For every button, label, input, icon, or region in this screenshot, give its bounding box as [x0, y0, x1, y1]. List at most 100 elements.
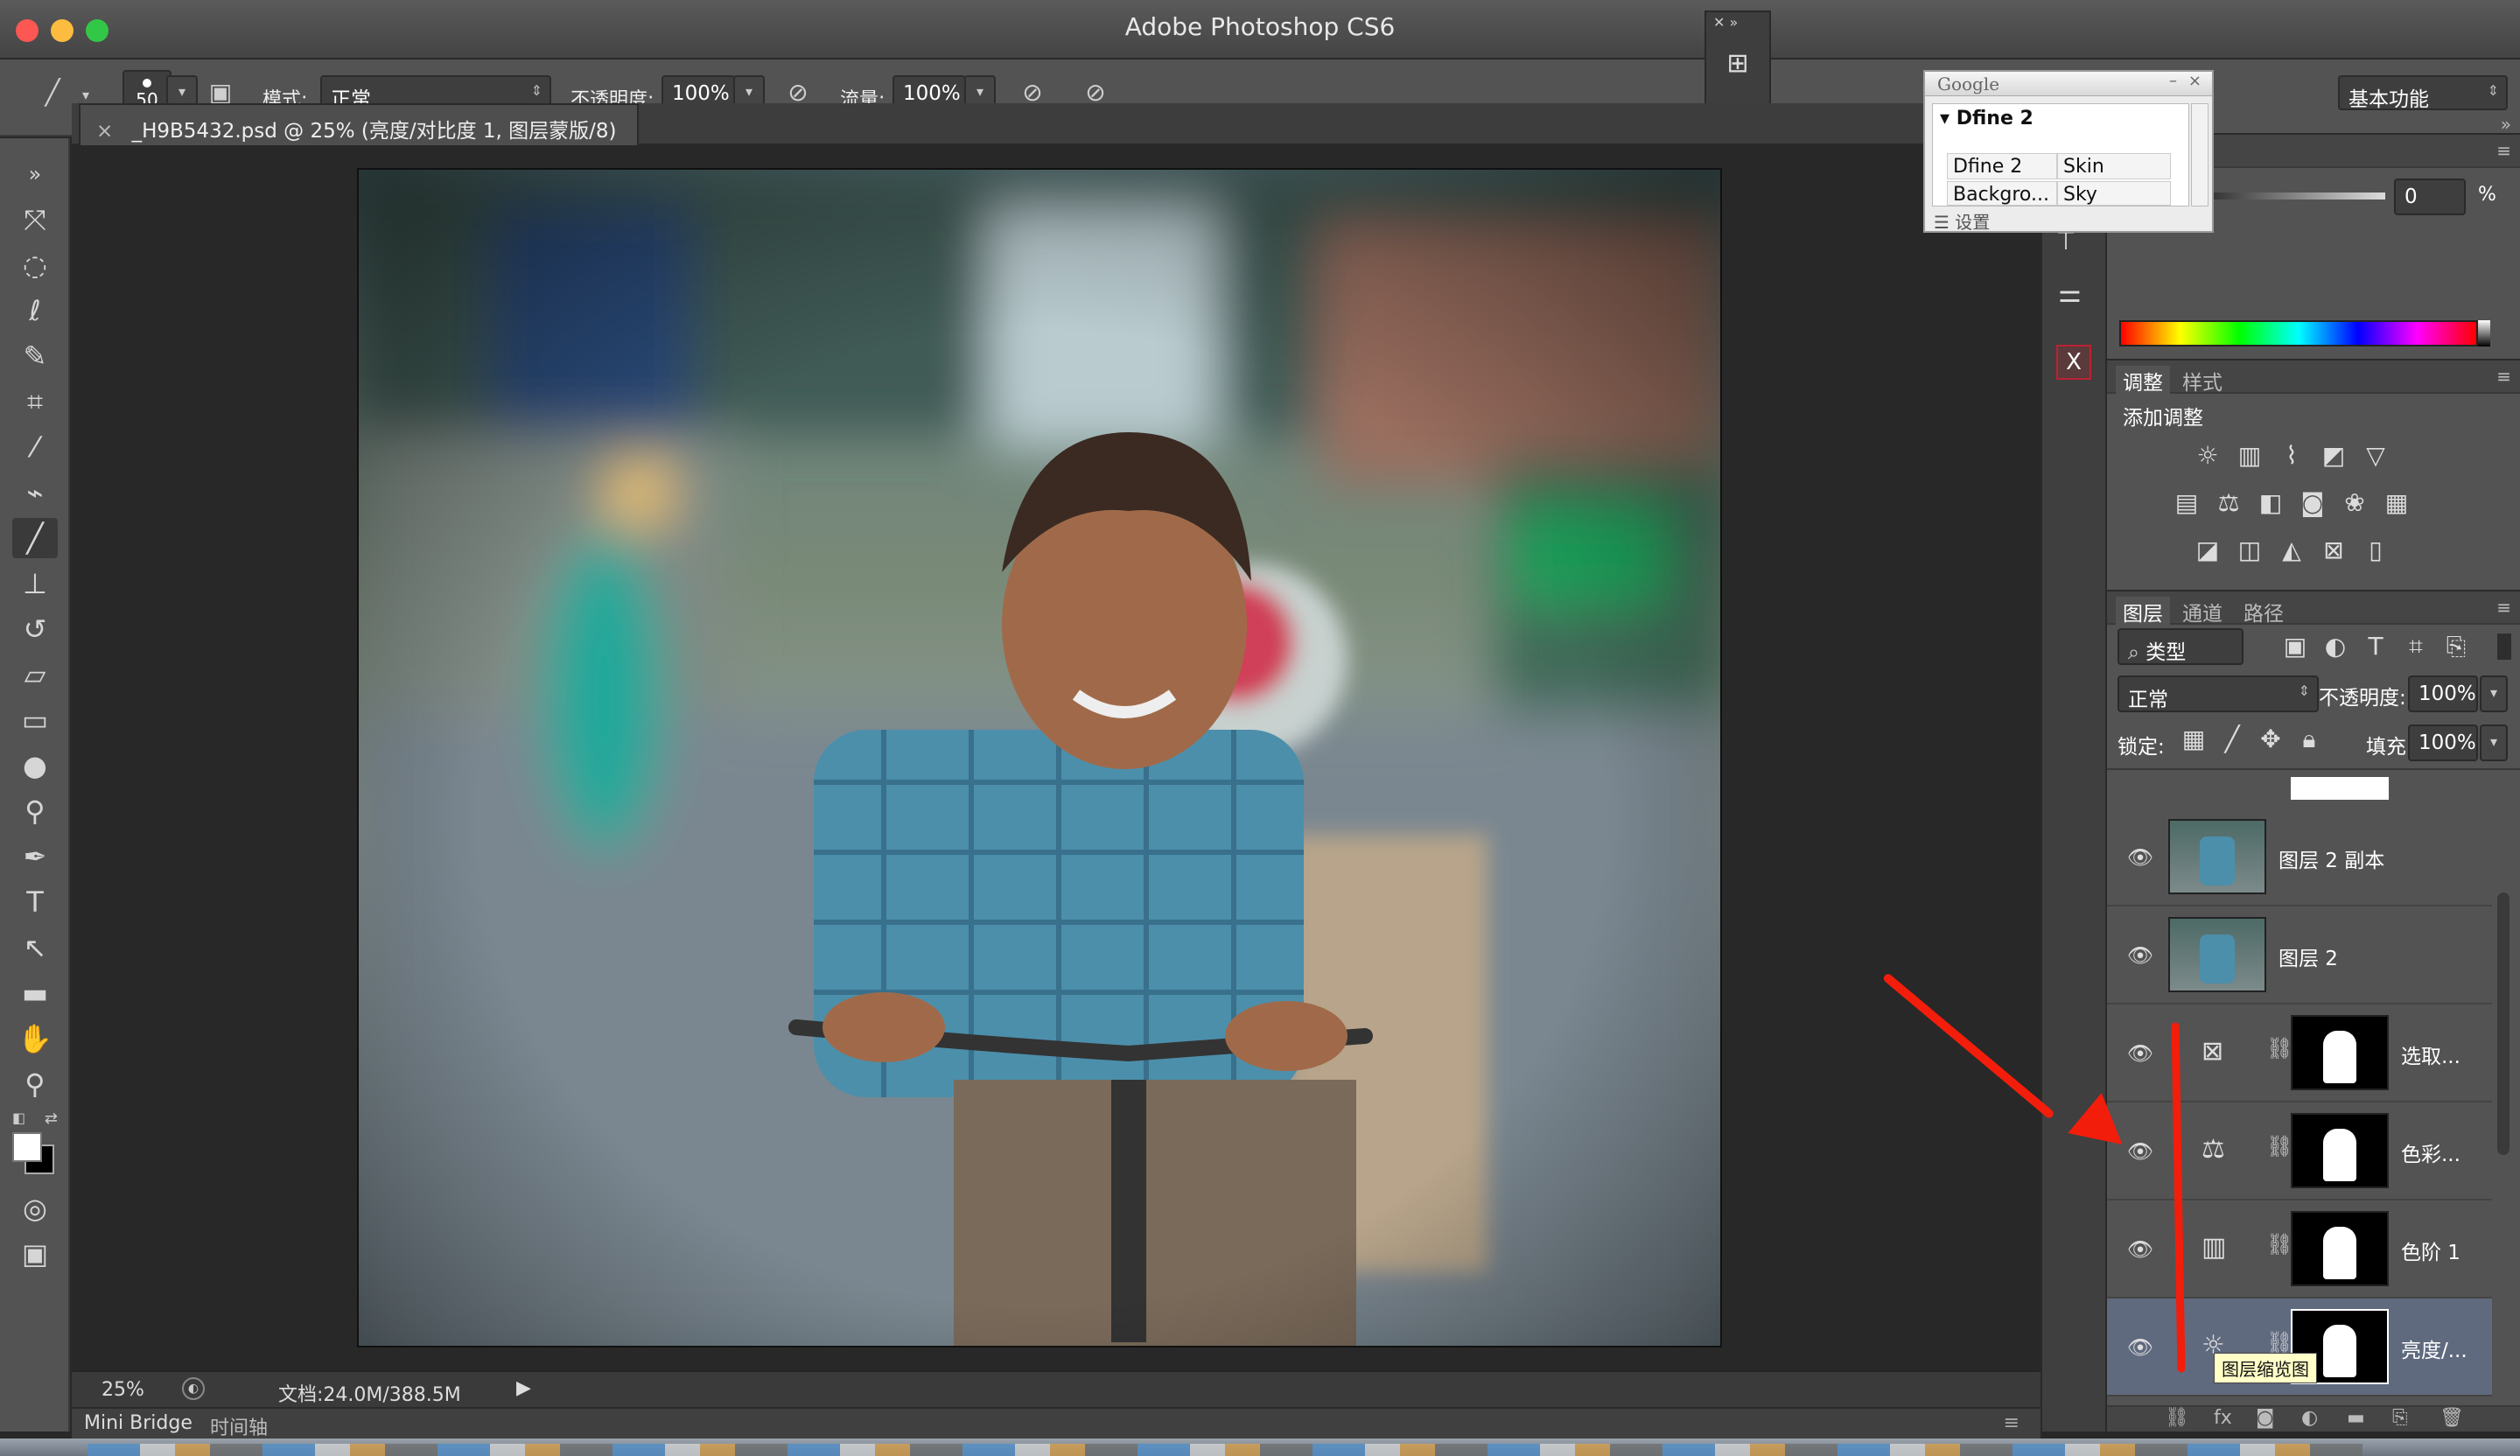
color-spectrum-bar[interactable]	[2119, 320, 2478, 346]
eye-icon[interactable]: 👁︎	[2124, 1332, 2156, 1363]
plugin-x-icon[interactable]: X	[2056, 345, 2091, 380]
tab-mini-bridge[interactable]: Mini Bridge	[84, 1412, 192, 1434]
healing-brush-tool-icon[interactable]: ⌁	[12, 472, 58, 513]
google-panel-scrollbar[interactable]	[2191, 103, 2208, 206]
filter-pixel-icon[interactable]: ▣	[2278, 630, 2312, 663]
layer-opacity-input[interactable]: 100%	[2408, 676, 2478, 712]
move-tool-icon[interactable]: ⤧	[12, 200, 58, 240]
workspace-select[interactable]: 基本功能 ⇕	[2338, 75, 2508, 111]
new-group-icon[interactable]: ▬	[2347, 1407, 2365, 1429]
layer-row-selected[interactable]: 👁︎ ☼ ⛓ 亮度/... 图层缩览图	[2107, 1298, 2492, 1396]
eyedropper-tool-icon[interactable]: ⁄	[12, 427, 58, 467]
layer-name[interactable]: 图层 2 副本	[2278, 844, 2384, 873]
tab-paths[interactable]: 路径	[2244, 597, 2284, 626]
layer-opacity-dropdown[interactable]: ▾	[2480, 676, 2508, 712]
lock-position-icon[interactable]: ✥	[2254, 723, 2287, 756]
threshold-icon[interactable]: ◭	[2275, 534, 2308, 567]
plugin-icon[interactable]: ⊞	[1706, 48, 1769, 79]
plugin-row-name[interactable]: Backgro...	[1947, 181, 2057, 206]
blur-tool-icon[interactable]: ●	[12, 746, 58, 786]
bw-ramp[interactable]	[2478, 320, 2490, 346]
status-menu-arrow-icon[interactable]: ▶	[516, 1377, 531, 1399]
color-slider[interactable]	[2210, 192, 2385, 200]
color-balance-icon[interactable]: ⚖	[2212, 486, 2245, 520]
tab-adjustments[interactable]: 调整	[2116, 366, 2170, 396]
filter-type-icon[interactable]: T	[2359, 630, 2392, 663]
rectangle-tool-icon[interactable]: ▬	[12, 973, 58, 1013]
filter-shape-icon[interactable]: ⌗	[2399, 630, 2432, 663]
filter-adjustment-icon[interactable]: ◐	[2319, 630, 2352, 663]
link-icon[interactable]: ⛓	[2266, 1330, 2292, 1354]
panel-menu-icon[interactable]: ≡	[2004, 1412, 2020, 1434]
channel-mixer-icon[interactable]: ❀	[2338, 486, 2371, 520]
fill-dropdown[interactable]: ▾	[2480, 724, 2508, 761]
tab-close-icon[interactable]: ×	[96, 120, 113, 143]
plugin-row-value[interactable]: Sky	[2057, 181, 2171, 206]
type-tool-icon[interactable]: T	[12, 882, 58, 922]
exposure-icon[interactable]: ◩	[2317, 439, 2350, 472]
panel-menu-icon[interactable]: ≡	[2496, 366, 2511, 387]
quick-mask-icon[interactable]: ◎	[12, 1188, 58, 1228]
filter-smart-object-icon[interactable]: ⎘	[2440, 630, 2473, 663]
levels-icon[interactable]: ▥	[2233, 439, 2266, 472]
panel-menu-icon[interactable]: ≡	[2496, 597, 2511, 618]
new-adjustment-icon[interactable]: ◐	[2301, 1407, 2318, 1429]
link-icon[interactable]: ⛓	[2266, 1232, 2292, 1256]
document-canvas[interactable]	[357, 168, 1722, 1348]
color-value-input[interactable]: 0	[2394, 178, 2466, 215]
brush-tool-icon[interactable]: ╱	[35, 75, 70, 110]
path-select-tool-icon[interactable]: ↖	[12, 928, 58, 968]
brush-tool-icon[interactable]: ╱	[12, 518, 58, 558]
crop-tool-icon[interactable]: ⌗	[12, 382, 58, 422]
fx-icon[interactable]: fx	[2214, 1407, 2232, 1429]
layer-row[interactable]: 👁︎ ⊠ ⛓ 选取...	[2107, 1004, 2492, 1102]
layer-filter-select[interactable]: ⌕ 类型	[2118, 628, 2244, 665]
posterize-icon[interactable]: ◫	[2233, 534, 2266, 567]
layer-row[interactable]: 👁︎ 图层 2 副本	[2107, 808, 2492, 906]
lock-transparent-icon[interactable]: ▦	[2177, 723, 2210, 756]
eye-icon[interactable]: 👁︎	[2124, 1038, 2156, 1069]
curves-icon[interactable]: ⌇	[2275, 439, 2308, 472]
dodge-tool-icon[interactable]: ⚲	[12, 791, 58, 831]
panel-collapse-icon[interactable]: »	[12, 154, 58, 194]
properties-icon[interactable]: ⚌	[2058, 278, 2082, 309]
tab-timeline[interactable]: 时间轴	[210, 1412, 268, 1440]
tab-channels[interactable]: 通道	[2182, 597, 2222, 626]
layer-list-scrollbar[interactable]	[2497, 892, 2510, 1155]
eye-icon[interactable]: 👁︎	[2124, 940, 2156, 971]
photo-filter-icon[interactable]: ◙	[2296, 486, 2329, 520]
link-layers-icon[interactable]: ⛓	[2165, 1407, 2189, 1429]
eraser-tool-icon[interactable]: ▱	[12, 654, 58, 695]
layer-mask-thumbnail[interactable]	[2291, 1015, 2389, 1090]
eye-icon[interactable]: 👁︎	[2124, 1234, 2156, 1265]
screen-mode-icon[interactable]: ▣	[12, 1234, 58, 1274]
disclosure-triangle-icon[interactable]: ▾	[1940, 108, 1950, 130]
default-colors-icon[interactable]: ◧	[12, 1110, 25, 1126]
tab-layers[interactable]: 图层	[2116, 597, 2170, 626]
layer-blend-select[interactable]: 正常 ⇕	[2118, 676, 2319, 712]
new-layer-icon[interactable]: ⎘	[2392, 1407, 2408, 1429]
fill-input[interactable]: 100%	[2408, 724, 2478, 761]
layer-name[interactable]: 色阶 1	[2401, 1236, 2460, 1265]
clone-stamp-tool-icon[interactable]: ⊥	[12, 564, 58, 604]
google-panel-settings[interactable]: ☰ 设置	[1934, 208, 1990, 234]
hand-tool-icon[interactable]: ✋	[12, 1018, 58, 1059]
layer-thumbnail[interactable]	[2168, 917, 2266, 992]
layer-mask-thumbnail[interactable]	[2291, 1113, 2389, 1188]
filter-toggle[interactable]	[2497, 634, 2511, 660]
lock-image-icon[interactable]: ╱	[2216, 723, 2249, 756]
panel-menu-icon[interactable]: ≡	[2496, 140, 2511, 161]
close-icon[interactable]: ×	[2188, 72, 2202, 90]
google-panel-header[interactable]: ▾ Dfine 2	[1940, 108, 2034, 130]
layer-name[interactable]: 色彩...	[2401, 1138, 2460, 1167]
selective-color-icon[interactable]: ⊠	[2317, 534, 2350, 567]
history-brush-tool-icon[interactable]: ↺	[12, 609, 58, 649]
lock-all-icon[interactable]: 🔒︎	[2292, 723, 2326, 756]
black-white-icon[interactable]: ◧	[2254, 486, 2287, 520]
layer-mask-thumbnail[interactable]	[2291, 777, 2389, 800]
add-mask-icon[interactable]: ◙	[2256, 1407, 2274, 1429]
gradient-map-icon[interactable]: ▯	[2359, 534, 2392, 567]
layer-name[interactable]: 图层 2	[2278, 942, 2338, 971]
layer-row[interactable]: 👁︎ ⚖ ⛓ 色彩...	[2107, 1102, 2492, 1200]
collapse-icon[interactable]: »	[2501, 114, 2511, 135]
